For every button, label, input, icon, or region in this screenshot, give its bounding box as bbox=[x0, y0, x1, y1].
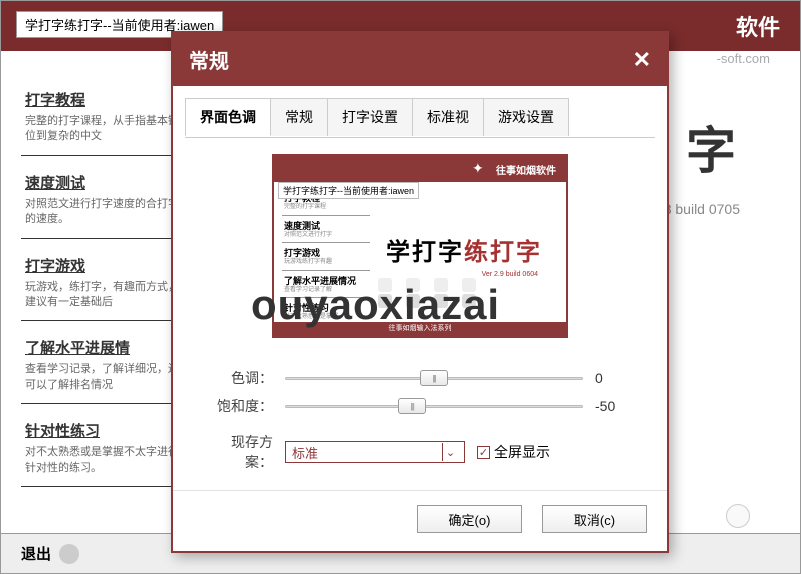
exit-icon bbox=[59, 544, 79, 564]
cancel-button[interactable]: 取消(c) bbox=[542, 505, 647, 533]
hue-slider[interactable] bbox=[285, 368, 583, 388]
header-url: -soft.com bbox=[717, 51, 770, 66]
saturation-value: -50 bbox=[595, 398, 635, 414]
hue-value: 0 bbox=[595, 370, 635, 386]
saturation-label: 饱和度： bbox=[205, 396, 273, 416]
chevron-down-icon: ⌄ bbox=[442, 443, 458, 461]
checkbox-icon: ✓ bbox=[477, 446, 490, 459]
fullscreen-checkbox[interactable]: ✓ 全屏显示 bbox=[477, 442, 550, 462]
dialog-footer: 确定(o) 取消(c) bbox=[173, 490, 667, 551]
tab-typing[interactable]: 打字设置 bbox=[327, 98, 413, 136]
preview-thumbnail: ✦ 往事如烟软件 学打字练打字--当前使用者:iawen 打字教程完整的打字课程… bbox=[272, 154, 568, 338]
dialog-header: 常规 ✕ bbox=[173, 33, 667, 86]
header-software-label: 软件 bbox=[736, 10, 780, 42]
tab-color[interactable]: 界面色调 bbox=[185, 98, 271, 136]
settings-dialog: 常规 ✕ 界面色调 常规 打字设置 标准视 游戏设置 ✦ 往事如烟软件 学打字练… bbox=[171, 31, 669, 553]
scheme-label: 现存方案： bbox=[205, 432, 273, 472]
slider-thumb-icon[interactable] bbox=[420, 370, 448, 386]
tab-standard[interactable]: 标准视 bbox=[412, 98, 484, 136]
sidebar-item-progress[interactable]: 了解水平进展情查看学习记录，了解详细况，还可以了解排名情况 bbox=[21, 329, 186, 404]
sound-icon[interactable] bbox=[726, 504, 750, 528]
tab-bar: 界面色调 常规 打字设置 标准视 游戏设置 bbox=[173, 86, 667, 137]
sidebar-item-games[interactable]: 打字游戏玩游戏，练打字，有趣而方式，建议有一定基础后 bbox=[21, 247, 186, 322]
exit-button[interactable]: 退出 bbox=[21, 543, 79, 564]
saturation-slider[interactable] bbox=[285, 396, 583, 416]
sidebar-item-speedtest[interactable]: 速度测试对照范文进行打字速度的合打字的速度。 bbox=[21, 164, 186, 239]
tab-general[interactable]: 常规 bbox=[270, 98, 328, 136]
sidebar-item-tutorial[interactable]: 打字教程完整的打字课程，从手指基本键位到复杂的中文 bbox=[21, 81, 186, 156]
slider-thumb-icon[interactable] bbox=[398, 398, 426, 414]
star-icon: ✦ bbox=[472, 160, 490, 178]
close-icon[interactable]: ✕ bbox=[633, 47, 651, 73]
sidebar: 打字教程完整的打字课程，从手指基本键位到复杂的中文 速度测试对照范文进行打字速度… bbox=[21, 81, 186, 495]
ok-button[interactable]: 确定(o) bbox=[417, 505, 522, 533]
hue-label: 色调： bbox=[205, 368, 273, 388]
scheme-select[interactable]: 标准 ⌄ bbox=[285, 441, 465, 463]
dialog-title: 常规 bbox=[189, 45, 229, 74]
tab-content: ✦ 往事如烟软件 学打字练打字--当前使用者:iawen 打字教程完整的打字课程… bbox=[185, 137, 655, 490]
tab-game[interactable]: 游戏设置 bbox=[483, 98, 569, 136]
sidebar-item-practice[interactable]: 针对性练习对不太熟悉或是掌握不太字进行针对性的练习。 bbox=[21, 412, 186, 487]
